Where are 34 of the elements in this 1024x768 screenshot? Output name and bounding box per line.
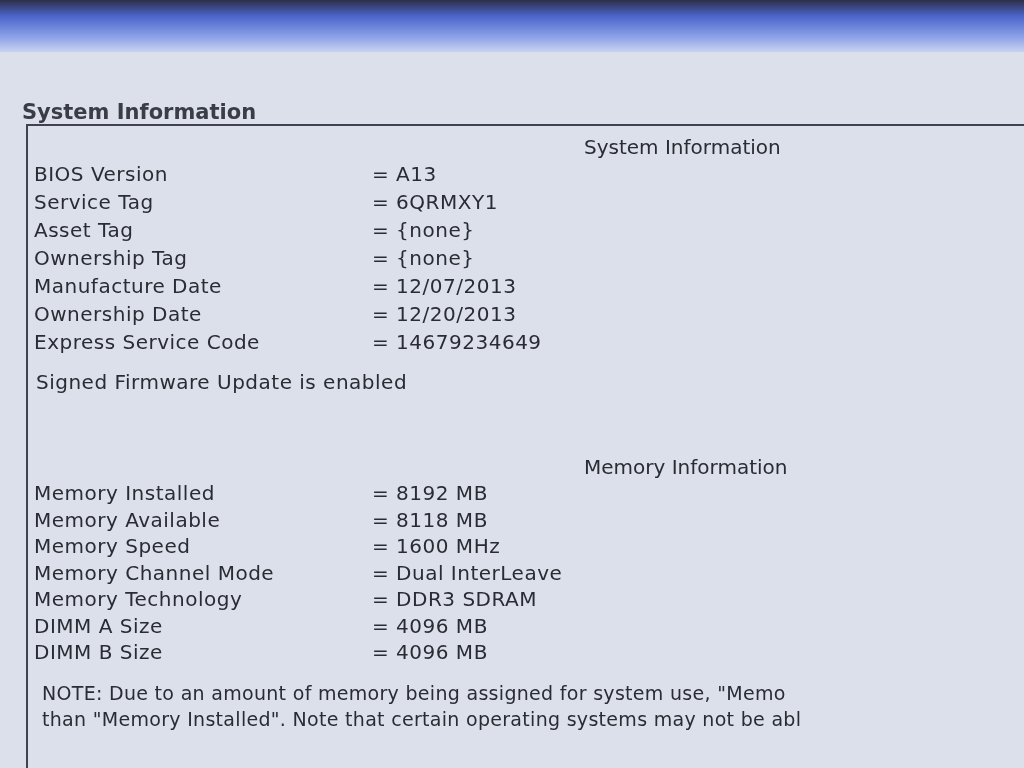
note-text: NOTE: Due to an amount of memory being assigned for system use, "Memo: [42, 680, 787, 706]
field-value: = A13: [372, 161, 437, 188]
field-label: DIMM B Size: [34, 639, 164, 666]
field-label: Ownership Date: [34, 301, 203, 328]
field-label: Memory Available: [34, 506, 222, 533]
field-label: Memory Speed: [34, 533, 192, 560]
field-label: Memory Installed: [34, 480, 216, 507]
field-label: Express Service Code: [34, 329, 261, 356]
field-value: = 12/07/2013: [372, 273, 517, 300]
field-value: = 8118 MB: [372, 506, 488, 533]
field-value: = 1600 MHz: [372, 533, 501, 560]
field-label: Manufacture Date: [34, 273, 223, 300]
field-value: = 4096 MB: [372, 639, 488, 666]
field-label: Memory Technology: [34, 586, 244, 613]
field-value: = {none}: [372, 245, 475, 272]
note-text: than "Memory Installed". Note that certain operating systems may not be abl: [42, 706, 803, 732]
field-label: Memory Channel Mode: [34, 559, 276, 586]
section-heading: Memory Information: [584, 454, 789, 480]
field-value: = 8192 MB: [372, 480, 488, 507]
field-value: = 4096 MB: [372, 612, 488, 639]
field-value: = Dual InterLeave: [372, 559, 563, 586]
panel-title: System Information: [21, 100, 258, 124]
field-label: Asset Tag: [34, 217, 135, 244]
section-heading: System Information: [584, 134, 782, 160]
status-message: Signed Firmware Update is enabled: [36, 370, 409, 394]
field-value: = {none}: [372, 217, 475, 244]
field-value: = DDR3 SDRAM: [372, 586, 537, 613]
field-label: DIMM A Size: [34, 612, 164, 639]
field-label: BIOS Version: [34, 161, 169, 188]
field-label: Ownership Tag: [34, 245, 189, 272]
field-value: = 12/20/2013: [372, 301, 517, 328]
field-value: = 6QRMXY1: [372, 189, 498, 216]
field-label: Service Tag: [34, 189, 155, 216]
field-value: = 14679234649: [372, 329, 542, 356]
